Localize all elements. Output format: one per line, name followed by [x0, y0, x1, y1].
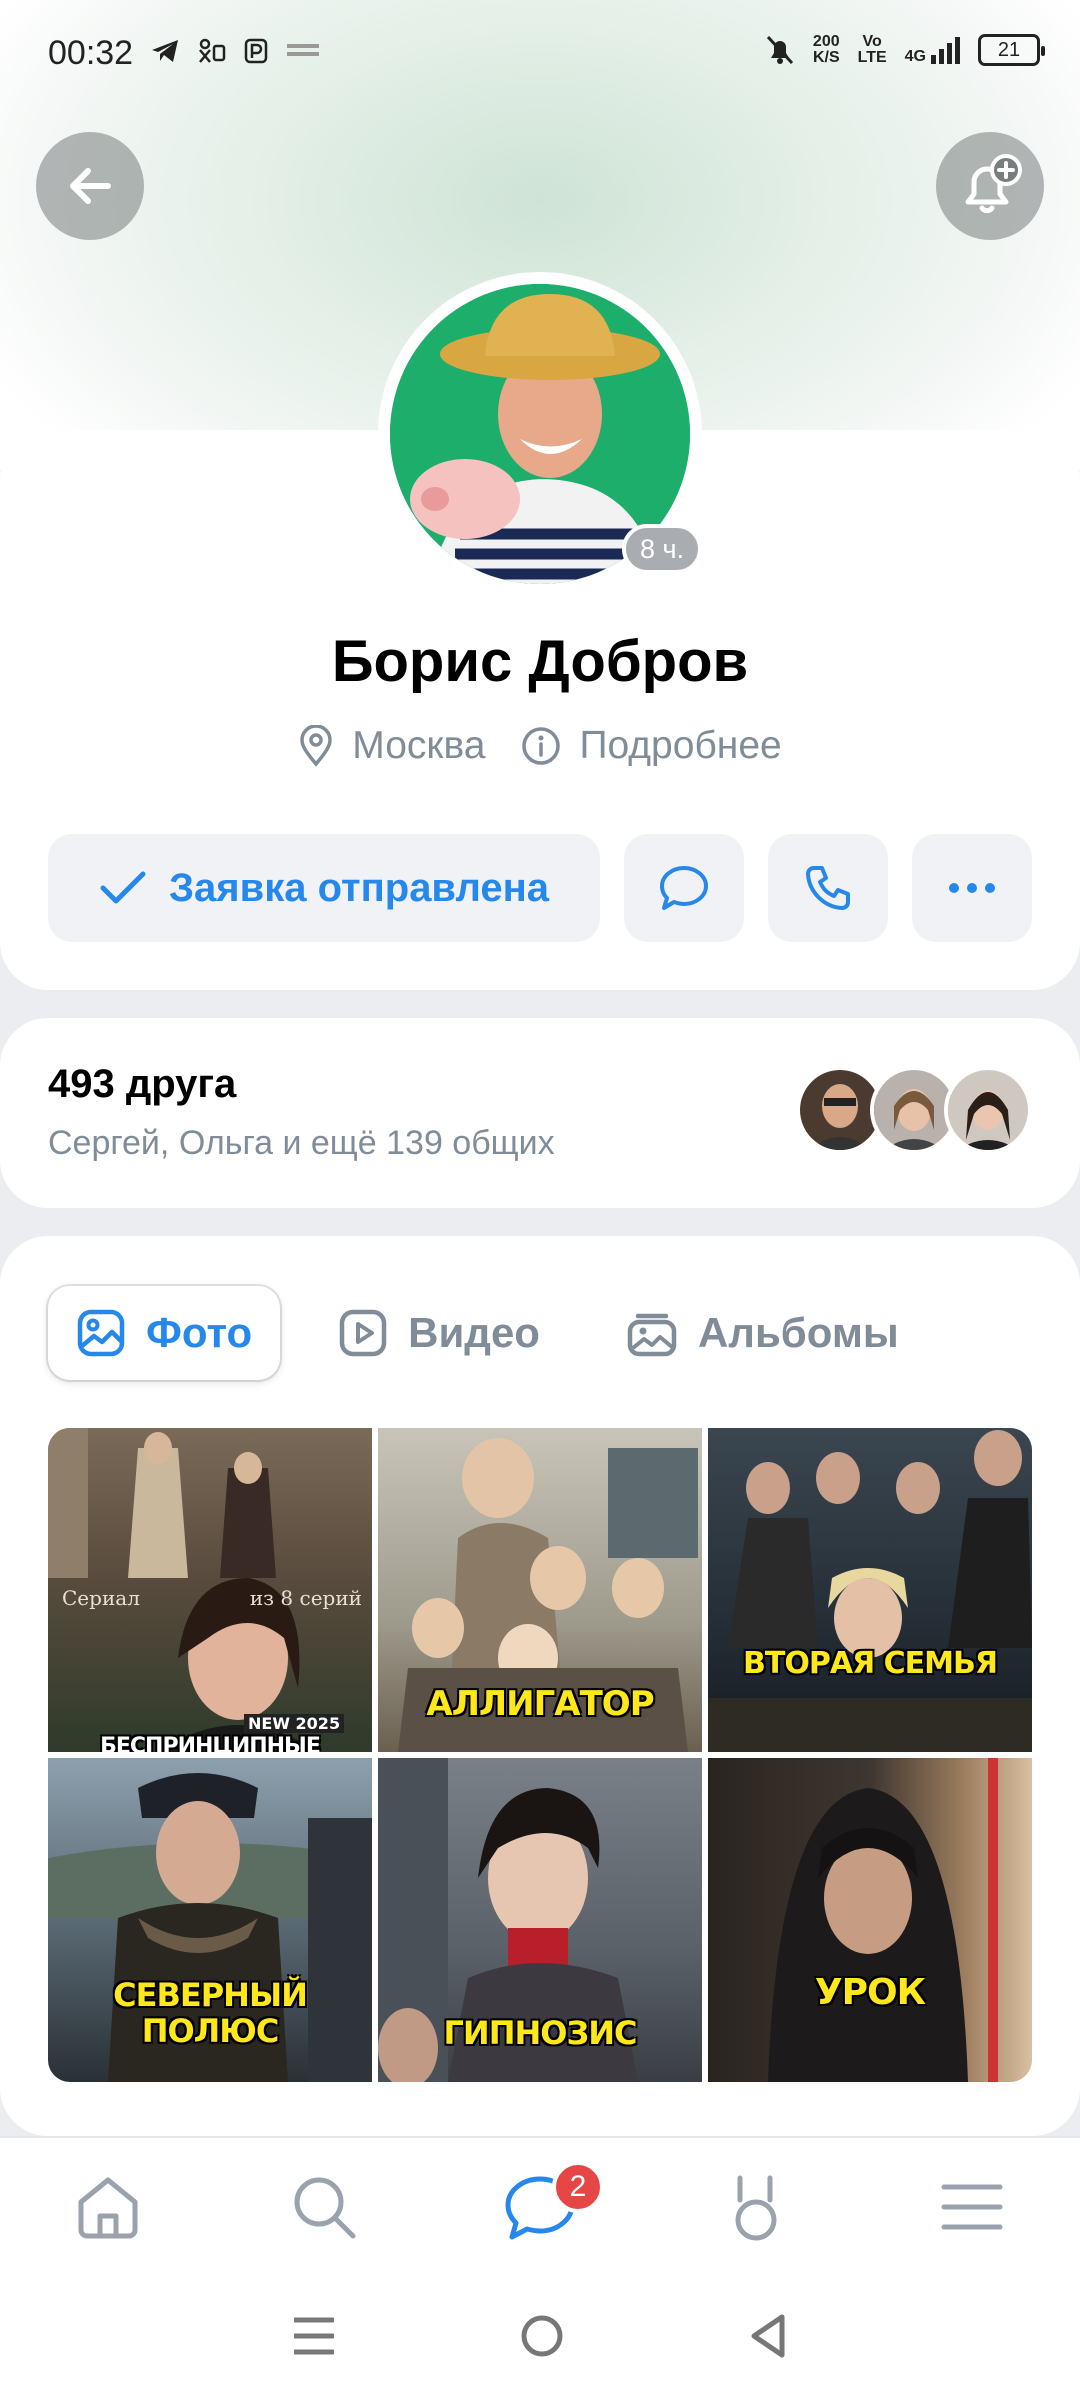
chat-bubble-icon	[660, 866, 708, 910]
more-dots-icon	[949, 883, 995, 893]
parking-app-icon	[244, 38, 268, 64]
friend-avatar	[944, 1066, 1032, 1154]
status-time: 00:32	[48, 34, 134, 72]
photo-thumbnail[interactable]: Сериал из 8 серий NEW 2025 БЕСПРИНЦИПНЫЕ	[48, 1428, 372, 1752]
friend-request-button[interactable]: Заявка отправлена	[48, 834, 600, 942]
tab-photos[interactable]: Фото	[48, 1286, 281, 1380]
system-navigation-bar	[0, 2276, 1080, 2400]
profile-name: Борис Добров	[331, 629, 749, 694]
back-button[interactable]	[36, 132, 144, 240]
recent-apps-button[interactable]	[292, 2316, 336, 2361]
battery-indicator: 21	[978, 34, 1045, 66]
details-link[interactable]: Подробнее	[521, 724, 782, 768]
status-notifications	[150, 38, 320, 64]
video-icon	[339, 1309, 387, 1357]
info-icon	[522, 727, 561, 765]
photo-thumbnail[interactable]: ВТОРАЯ СЕМЬЯ	[708, 1428, 1032, 1752]
bell-muted-icon	[766, 35, 794, 65]
search-icon	[294, 2177, 356, 2239]
small-app-icon	[287, 44, 319, 56]
system-back-button[interactable]	[748, 2313, 788, 2364]
bell-plus-icon	[965, 154, 1022, 214]
home-circle-icon	[521, 2315, 563, 2356]
more-button[interactable]	[912, 834, 1032, 942]
albums-icon	[627, 1313, 677, 1357]
friends-count: 493 друга	[48, 1062, 237, 1106]
home-system-button[interactable]	[519, 2313, 565, 2364]
photo-thumbnail[interactable]: АЛЛИГАТОР	[378, 1428, 702, 1752]
city-info: Москва	[298, 724, 485, 768]
phone-icon	[806, 866, 850, 910]
nav-messages[interactable]: 2	[480, 2147, 604, 2267]
profile-meta: Москва Подробнее	[0, 724, 1080, 768]
call-button[interactable]	[768, 834, 888, 942]
profile-actions: Заявка отправлена	[48, 834, 1032, 942]
status-bar: 00:32 200 K/S Vo LTE 4G 21	[0, 0, 1080, 110]
nav-menu[interactable]	[912, 2147, 1032, 2267]
checkmark-icon	[100, 871, 146, 904]
mutual-friend-avatars	[796, 1066, 1032, 1154]
photo-grid: Сериал из 8 серий NEW 2025 БЕСПРИНЦИПНЫЕ…	[48, 1428, 1032, 2082]
photo-thumbnail[interactable]: ГИПНОЗИС	[378, 1758, 702, 2082]
home-icon	[78, 2177, 138, 2239]
recent-apps-icon	[293, 2317, 334, 2354]
nav-search[interactable]	[264, 2147, 384, 2267]
tab-videos[interactable]: Видео	[310, 1286, 568, 1380]
nav-home[interactable]	[48, 2147, 168, 2267]
bottom-navigation: 2	[0, 2136, 1080, 2276]
signal-indicator: 4G	[905, 35, 960, 65]
friends-card[interactable]: 493 друга Сергей, Ольга и ещё 139 общих	[0, 1018, 1080, 1208]
telegram-icon	[152, 40, 178, 62]
arrow-left-icon	[70, 168, 111, 204]
network-speed: 200 K/S	[812, 33, 840, 66]
nav-clips[interactable]	[696, 2147, 816, 2267]
status-indicators: 200 K/S Vo LTE 4G 21	[765, 33, 1045, 66]
messages-badge: 2	[552, 2161, 604, 2213]
mutual-friends: Сергей, Ольга и ещё 139 общих	[48, 1124, 555, 1162]
menu-icon	[941, 2184, 1003, 2230]
location-pin-icon	[300, 725, 333, 767]
clips-icon	[735, 2175, 777, 2241]
back-triangle-icon	[751, 2314, 785, 2357]
app-notification-icon	[199, 38, 226, 63]
details-label: Подробнее	[579, 724, 782, 767]
media-tabs: Фото Видео Альбомы	[48, 1286, 927, 1380]
photo-icon	[77, 1309, 125, 1357]
friend-request-label: Заявка отправлена	[168, 865, 550, 910]
city-label: Москва	[352, 724, 486, 767]
volte-indicator: Vo LTE	[857, 33, 887, 66]
last-seen-badge: 8 ч.	[622, 524, 703, 574]
signal-bars-icon	[931, 37, 960, 64]
photo-thumbnail[interactable]: СЕВЕРНЫЙ ПОЛЮС	[48, 1758, 372, 2082]
message-button[interactable]	[624, 834, 744, 942]
tab-albums[interactable]: Альбомы	[598, 1286, 927, 1380]
photo-thumbnail[interactable]: УРОК	[708, 1758, 1032, 2082]
subscribe-notifications-button[interactable]	[936, 132, 1044, 240]
media-card: Фото Видео Альбомы Сериал из 8 серий NEW…	[0, 1236, 1080, 2136]
